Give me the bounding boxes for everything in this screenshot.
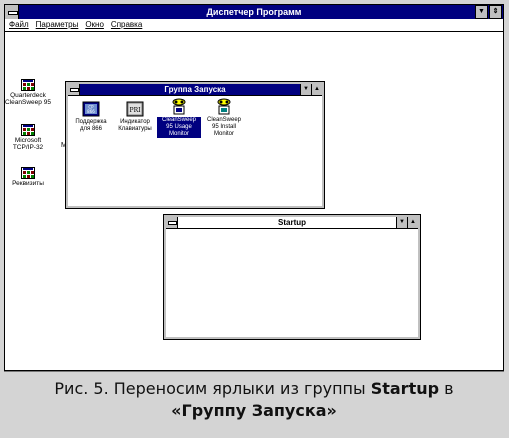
program-icon-cleansweep-usage[interactable]: CleanSweep 95 Usage Monitor [157,97,201,138]
group-icon-label: Quarterdeck CleanSweep 95 [5,92,51,106]
menu-help[interactable]: Справка [111,19,142,31]
startup-window-titlebar[interactable]: Startup ▼ ▲ [166,217,418,229]
program-manager-window: Диспетчер Программ ▼ ⇕ Файл Параметры Окно… [4,4,504,371]
program-manager-title: Диспетчер Программ [206,7,302,17]
group-icon-microsoft-tcpip[interactable]: Microsoft TCP/IP-32 [5,124,51,151]
program-icon-cp866[interactable]: CP 866 Поддержка для 866 [69,101,113,133]
caption-bold-group: «Группу Запуска» [171,401,337,420]
group-window-title: Группа Запуска [164,85,226,94]
program-icon-keyboard-indicator[interactable]: PRI Индикатор Клавиатуры [113,101,157,133]
window-control-menu-icon[interactable] [166,217,178,228]
caption-text-1: Рис. 5. Переносим ярлыки из группы [54,379,371,398]
window-control-menu-icon[interactable] [68,84,80,95]
restore-button[interactable]: ⇕ [489,5,502,19]
program-icon-label: CleanSweep 95 Usage Monitor [157,117,201,138]
program-group-icon [21,79,35,91]
keyboard-indicator-icon: PRI [126,101,144,117]
maximize-button[interactable]: ▲ [407,217,418,228]
caption-text-2: в [439,379,454,398]
cp-866-icon: CP 866 [82,101,100,117]
screenshot-frame: Диспетчер Программ ▼ ⇕ Файл Параметры Окно… [0,0,509,438]
cleansweep-install-icon [217,98,231,115]
program-icon-label: Индикатор Клавиатуры [118,119,152,132]
program-manager-titlebar[interactable]: Диспетчер Программ ▼ ⇕ [5,5,503,19]
system-menu-icon[interactable] [5,5,19,19]
program-group-icon [21,124,35,136]
minimize-button[interactable]: ▼ [475,5,488,19]
group-icon-label: Microsoft TCP/IP-32 [12,137,44,151]
menu-window[interactable]: Окно [85,19,104,31]
program-icon-label: Поддержка для 866 [75,119,107,132]
program-group-icon [21,167,35,179]
group-window-zapuska: Группа Запуска ▼ ▲ CP 866 Поддержка для … [65,81,325,209]
menu-file[interactable]: Файл [9,19,29,31]
startup-window-title: Startup [278,218,306,227]
svg-text:PRI: PRI [130,107,142,114]
cleansweep-usage-icon [172,98,186,115]
group-icon-label: Реквизиты [12,180,44,187]
figure-caption-area: Рис. 5. Переносим ярлыки из группы Start… [4,371,504,433]
svg-text:866: 866 [87,109,95,114]
group-icon-quarterdeck[interactable]: Quarterdeck CleanSweep 95 [5,79,51,106]
minimize-button[interactable]: ▼ [300,84,311,95]
group-icon-rekvizity[interactable]: Реквизиты [5,167,51,187]
menu-options[interactable]: Параметры [36,19,79,31]
caption-bold-startup: Startup [370,379,440,398]
program-icon-label: CleanSweep 95 Install Monitor [206,117,242,137]
maximize-button[interactable]: ▲ [311,84,322,95]
group-window-startup: Startup ▼ ▲ [163,214,421,340]
minimize-button[interactable]: ▼ [396,217,407,228]
group-window-titlebar[interactable]: Группа Запуска ▼ ▲ [68,84,322,96]
program-icon-cleansweep-install[interactable]: CleanSweep 95 Install Monitor [202,97,246,138]
menu-bar: Файл Параметры Окно Справка [5,19,503,32]
figure-caption: Рис. 5. Переносим ярлыки из группы Start… [4,372,504,422]
